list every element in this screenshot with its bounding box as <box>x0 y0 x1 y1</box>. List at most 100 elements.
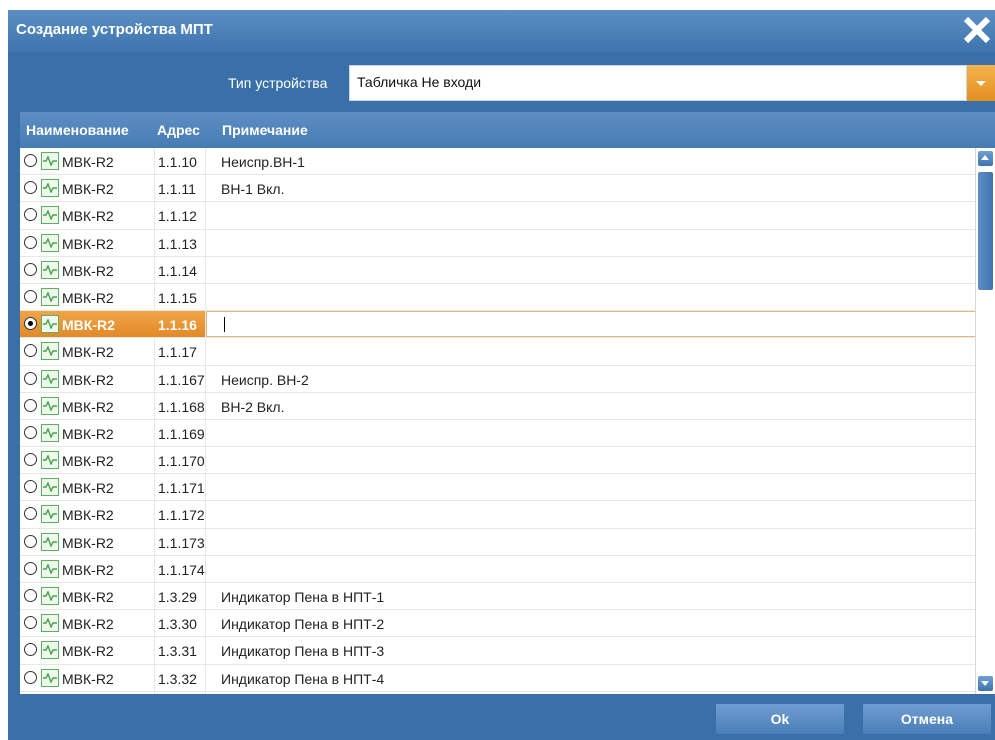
row-radio[interactable] <box>24 235 37 249</box>
device-icon <box>41 260 59 279</box>
device-icon <box>41 152 59 170</box>
cell-note: Индикатор Пена в НПТ-3 <box>221 643 385 660</box>
row-radio[interactable] <box>24 344 37 358</box>
row-radio[interactable] <box>24 480 37 494</box>
table-row[interactable]: МВК-R2 1.1.173 <box>20 529 995 556</box>
cell-address: 1.1.173 <box>158 534 205 551</box>
cell-address: 1.3.30 <box>158 616 197 633</box>
table-row[interactable]: МВК-R2 1.3.29 Индикатор Пена в НПТ-1 <box>20 583 995 611</box>
device-icon <box>41 641 59 660</box>
column-header-note[interactable]: Примечание <box>222 122 308 138</box>
cell-address: 1.1.170 <box>158 453 205 470</box>
row-radio[interactable] <box>24 616 37 630</box>
dialog-footer: Ok Отмена <box>8 694 995 740</box>
cell-name: МВК-R2 <box>62 534 114 551</box>
create-device-dialog: Создание устройства МПТ Тип устройства Т… <box>8 10 995 740</box>
table-row[interactable]: МВК-R2 1.1.11 ВН-1 Вкл. <box>20 175 995 203</box>
close-icon[interactable] <box>961 13 993 47</box>
row-radio[interactable] <box>24 453 37 467</box>
cell-note: ВН-2 Вкл. <box>221 398 285 415</box>
table-row[interactable]: МВК-R2 1.1.16 <box>20 311 995 339</box>
row-radio[interactable] <box>24 154 37 167</box>
cell-name: МВК-R2 <box>62 670 114 687</box>
cell-address: 1.1.174 <box>158 561 205 578</box>
table-row[interactable]: МВК-R2 1.3.30 Индикатор Пена в НПТ-2 <box>20 610 995 638</box>
cell-address: 1.1.171 <box>158 480 205 497</box>
dialog-title: Создание устройства МПТ <box>16 21 213 38</box>
row-radio[interactable] <box>24 670 37 684</box>
cell-address: 1.3.31 <box>158 643 197 660</box>
cell-name: МВК-R2 <box>62 425 114 442</box>
table-row[interactable]: МВК-R2 1.1.170 <box>20 447 995 475</box>
device-icon <box>41 614 59 633</box>
table-row[interactable]: МВК-R2 1.1.10 Неиспр.ВН-1 <box>20 148 995 176</box>
row-radio[interactable] <box>24 561 37 575</box>
column-header-name[interactable]: Наименование <box>26 122 129 138</box>
table-row[interactable]: МВК-R2 1.1.169 <box>20 420 995 448</box>
vertical-scrollbar[interactable] <box>975 148 995 694</box>
table-row[interactable]: МВК-R2 1.1.171 <box>20 474 995 502</box>
device-icon <box>41 587 59 605</box>
row-radio[interactable] <box>24 398 37 412</box>
cell-address: 1.1.15 <box>158 289 197 306</box>
cell-address: 1.1.172 <box>158 507 205 524</box>
cell-address: 1.3.32 <box>158 670 197 687</box>
row-radio[interactable] <box>24 371 37 385</box>
cell-name: МВК-R2 <box>62 289 114 306</box>
cell-address: 1.1.16 <box>158 317 197 334</box>
table-row[interactable]: МВК-R2 1.1.13 <box>20 230 995 257</box>
cell-address: 1.1.169 <box>158 425 205 442</box>
cell-name: МВК-R2 <box>62 561 114 578</box>
row-radio[interactable] <box>24 534 37 548</box>
cell-name: МВК-R2 <box>62 262 114 279</box>
cancel-button[interactable]: Отмена <box>863 704 991 734</box>
table-row[interactable]: МВК-R2 1.1.17 <box>20 338 995 366</box>
chevron-down-icon[interactable] <box>967 65 995 101</box>
cell-address: 1.1.167 <box>158 371 205 388</box>
cell-note: Индикатор Пена в НПТ-2 <box>221 616 385 633</box>
device-icon <box>41 451 59 470</box>
row-radio[interactable] <box>24 589 37 602</box>
cell-name: МВК-R2 <box>62 371 114 388</box>
cell-note: Индикатор Пена в НПТ-1 <box>221 589 385 605</box>
device-grid: МВК-R2 1.1.10 Неиспр.ВН-1 МВК-R2 1.1.11 ВН-1 … <box>20 148 995 694</box>
table-row[interactable]: МВК-R2 1.1.14 <box>20 257 995 284</box>
column-header-address[interactable]: Адрес <box>157 122 200 138</box>
table-row[interactable]: МВК-R2 1.3.31 Индикатор Пена в НПТ-3 <box>20 637 995 665</box>
note-edit-field[interactable] <box>206 311 976 338</box>
cell-name: МВК-R2 <box>62 643 114 660</box>
table-row[interactable]: МВК-R2 1.1.12 <box>20 202 995 230</box>
device-icon <box>41 179 59 198</box>
table-row[interactable]: МВК-R2 1.1.172 <box>20 501 995 529</box>
cell-address: 1.1.13 <box>158 235 197 252</box>
cell-address: 1.1.11 <box>158 181 196 198</box>
device-type-value: Табличка Не входи <box>357 74 482 90</box>
row-radio[interactable] <box>24 262 37 276</box>
ok-button[interactable]: Ok <box>716 704 844 734</box>
cell-address: 1.1.168 <box>158 398 205 415</box>
row-radio[interactable] <box>24 289 37 303</box>
row-radio[interactable] <box>24 507 37 521</box>
row-radio[interactable] <box>24 643 37 657</box>
cell-name: МВК-R2 <box>62 235 114 252</box>
scroll-up-icon[interactable] <box>978 151 993 166</box>
cell-name: МВК-R2 <box>62 507 114 524</box>
row-radio[interactable] <box>24 425 37 439</box>
device-icon <box>41 532 59 551</box>
table-row[interactable]: МВК-R2 1.1.174 <box>20 556 995 583</box>
row-radio[interactable] <box>24 181 37 195</box>
scroll-down-icon[interactable] <box>978 676 993 691</box>
table-row[interactable]: МВК-R2 1.1.167 Неиспр. ВН-2 <box>20 366 995 393</box>
table-row[interactable]: МВК-R2 1.1.168 ВН-2 Вкл. <box>20 393 995 420</box>
device-icon <box>41 233 59 252</box>
device-type-select[interactable]: Табличка Не входи <box>349 65 967 101</box>
scroll-thumb[interactable] <box>978 172 993 290</box>
cell-address: 1.1.10 <box>158 154 197 170</box>
table-row[interactable]: МВК-R2 1.1.15 <box>20 284 995 312</box>
device-icon <box>41 423 59 442</box>
table-row[interactable]: МВК-R2 1.3.32 Индикатор Пена в НПТ-4 <box>20 665 995 692</box>
row-radio[interactable] <box>24 208 37 222</box>
grid-header: Наименование Адрес Примечание <box>20 112 995 148</box>
device-icon <box>41 342 59 361</box>
device-icon <box>41 559 59 578</box>
